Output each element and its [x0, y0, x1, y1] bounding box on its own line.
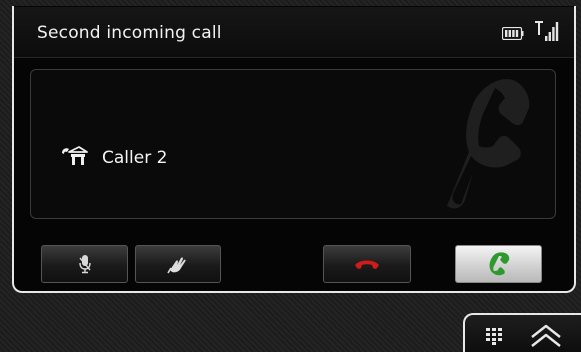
caller-name: Caller 2: [102, 148, 168, 168]
mute-microphone-button[interactable]: [41, 245, 128, 283]
hang-up-icon: [355, 260, 379, 269]
keypad-icon[interactable]: [485, 327, 503, 345]
answer-call-icon: [489, 252, 509, 276]
header-bar: Second incoming call: [14, 7, 574, 57]
signal-strength-icon: [535, 21, 559, 41]
caller-info-panel: Caller 2: [30, 69, 556, 219]
header-divider: [14, 57, 574, 58]
answer-call-button[interactable]: [455, 245, 542, 283]
reject-call-button[interactable]: [323, 245, 411, 283]
battery-icon: [502, 27, 524, 40]
incoming-call-screen: Second incoming call Caller 2: [0, 0, 581, 352]
hand-icon: [167, 257, 186, 274]
home-phone-icon: [62, 146, 88, 165]
private-mode-button[interactable]: [135, 245, 221, 283]
screen-title: Second incoming call: [37, 23, 222, 43]
handset-icon: [447, 79, 530, 209]
bottom-tab: [463, 313, 581, 352]
chevron-up-icon[interactable]: [529, 323, 563, 349]
microphone-mute-icon: [78, 255, 91, 274]
